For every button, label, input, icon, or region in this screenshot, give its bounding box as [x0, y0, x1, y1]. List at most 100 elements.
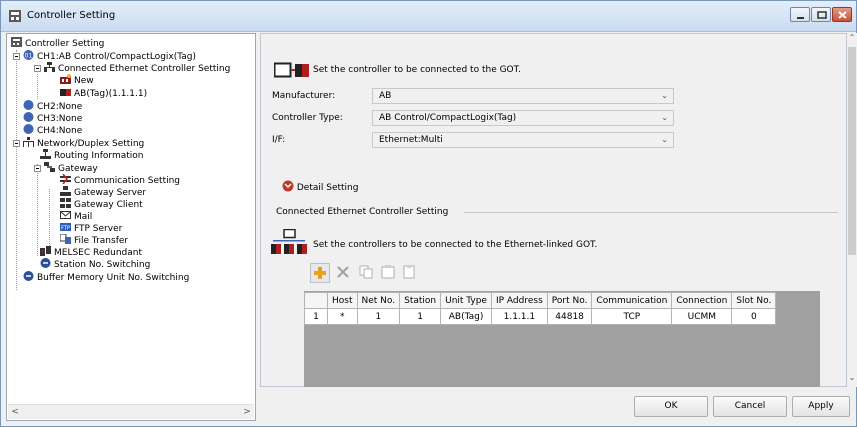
svg-text:FTP: FTP	[61, 226, 70, 232]
tree-item-file-transfer[interactable]: File Transfer	[60, 234, 128, 246]
add-button[interactable]	[310, 263, 330, 283]
tree-item-network-duplex[interactable]: Network/Duplex Setting	[23, 137, 144, 149]
chevron-down-icon: ⌄	[661, 135, 668, 144]
new-controller-icon	[60, 74, 71, 84]
chevron-down-icon: ⌄	[661, 113, 668, 122]
section-divider	[464, 212, 838, 213]
maximize-button[interactable]	[811, 7, 831, 22]
table-cell[interactable]: 44818	[546, 308, 593, 325]
panel-vertical-scrollbar[interactable]: ⌃ ⌄	[847, 33, 857, 387]
channel-icon	[23, 112, 34, 122]
tree-item-new[interactable]: New	[60, 74, 94, 86]
table-cell[interactable]: 1	[399, 308, 442, 325]
cancel-button[interactable]: Cancel	[713, 396, 787, 417]
tree-item-label: Buffer Memory Unit No. Switching	[37, 273, 190, 283]
tree-horizontal-scrollbar[interactable]: < >	[8, 404, 254, 419]
duplicate-button[interactable]	[379, 263, 399, 283]
tree-item-station-no-switching[interactable]: Station No. Switching	[40, 258, 150, 270]
tree-item-gateway[interactable]: Gateway	[44, 162, 98, 174]
tree-item-label: Communication Setting	[74, 176, 181, 186]
table-cell[interactable]: TCP	[591, 308, 673, 325]
ok-button[interactable]: OK	[634, 396, 708, 417]
scroll-up-arrow-icon[interactable]: ⌃	[847, 33, 857, 42]
tree-item-connected-ethernet[interactable]: Connected Ethernet Controller Setting	[44, 62, 230, 74]
controller-setting-window: Controller Setting Controller Setting 01…	[0, 0, 857, 427]
delete-button[interactable]	[334, 263, 354, 283]
controller-type-select[interactable]: AB Control/CompactLogix(Tag) ⌄	[372, 110, 674, 126]
paste-button[interactable]	[401, 263, 421, 283]
tree-item-mail[interactable]: Mail	[60, 210, 92, 222]
tree-item-label: New	[74, 76, 94, 86]
manufacturer-label: Manufacturer:	[272, 91, 336, 101]
column-header[interactable]: Connection	[671, 292, 733, 309]
table-cell[interactable]: *	[327, 308, 358, 325]
tree-item-melsec-redundant[interactable]: MELSEC Redundant	[40, 246, 142, 258]
scroll-left-arrow-icon[interactable]: <	[8, 405, 22, 419]
got-controller-icon	[274, 62, 309, 78]
tree-item-gateway-server[interactable]: Gateway Server	[60, 186, 146, 198]
tree-item-ch1[interactable]: 01 CH1:AB Control/CompactLogix(Tag)	[23, 50, 196, 62]
scrollbar-thumb[interactable]	[848, 47, 856, 255]
tree-item-label: Gateway Client	[74, 200, 143, 210]
tree-item-gateway-client[interactable]: Gateway Client	[60, 198, 143, 210]
column-header[interactable]: Port No.	[546, 292, 593, 309]
collapse-toggle[interactable]	[13, 140, 20, 147]
tree-item-label: Controller Setting	[25, 39, 105, 49]
table-cell[interactable]: 0	[731, 308, 777, 325]
gateway-server-icon	[60, 186, 71, 196]
column-header[interactable]: IP Address	[490, 292, 548, 309]
controller-setting-icon	[9, 10, 21, 22]
column-header[interactable]: Net No.	[356, 292, 401, 309]
collapse-toggle[interactable]	[13, 53, 20, 60]
section-title: Connected Ethernet Controller Setting	[276, 207, 449, 217]
tree-item-label: CH1:AB Control/CompactLogix(Tag)	[37, 52, 196, 62]
tree-item-controller-setting[interactable]: Controller Setting	[11, 37, 104, 49]
column-header[interactable]: Station	[399, 292, 442, 309]
detail-setting-button[interactable]: Detail Setting	[282, 180, 358, 193]
tree-item-ab-tag[interactable]: AB(Tag)(1.1.1.1)	[60, 87, 147, 99]
table-cell[interactable]: UCMM	[671, 308, 733, 325]
if-value: Ethernet:Multi	[379, 135, 443, 145]
scroll-down-arrow-icon[interactable]: ⌄	[847, 373, 857, 382]
tree-item-communication-setting[interactable]: Communication Setting	[60, 174, 180, 186]
settings-tree: Controller Setting 01 CH1:AB Control/Comp…	[6, 33, 256, 421]
table-cell[interactable]: AB(Tag)	[440, 308, 492, 325]
table-cell[interactable]: 1.1.1.1	[490, 308, 548, 325]
tree-item-ch3[interactable]: CH3:None	[23, 112, 82, 124]
controller-setting-icon	[11, 37, 22, 47]
copy-icon	[359, 265, 373, 279]
detail-setting-label: Detail Setting	[296, 183, 359, 193]
apply-button[interactable]: Apply	[792, 396, 850, 417]
intro-text: Set the controller to be connected to th…	[313, 65, 521, 75]
close-button[interactable]	[832, 7, 852, 22]
tree-item-label: Routing Information	[54, 151, 144, 161]
if-select[interactable]: Ethernet:Multi ⌄	[372, 132, 674, 148]
column-header[interactable]: Communication	[591, 292, 673, 309]
collapse-toggle[interactable]	[34, 65, 41, 72]
column-header[interactable]: Host	[327, 292, 358, 309]
manufacturer-select[interactable]: AB ⌄	[372, 88, 674, 104]
minimize-button[interactable]	[790, 7, 810, 22]
scroll-right-arrow-icon[interactable]: >	[240, 405, 254, 419]
station-switching-icon	[40, 258, 51, 268]
tree-line	[49, 189, 50, 254]
column-header[interactable]: Slot No.	[731, 292, 777, 309]
tree-item-label: CH2:None	[37, 102, 83, 112]
column-header[interactable]: Unit Type	[440, 292, 492, 309]
tree-item-ftp-server[interactable]: FTP FTP Server	[60, 222, 122, 234]
gateway-icon	[44, 162, 55, 172]
tree-line	[37, 74, 38, 99]
collapse-toggle[interactable]	[34, 165, 41, 172]
copy-button[interactable]	[357, 263, 377, 283]
tree-item-buffer-memory[interactable]: Buffer Memory Unit No. Switching	[23, 271, 189, 283]
title-bar: Controller Setting	[1, 1, 856, 32]
tree-item-ch2[interactable]: CH2:None	[23, 100, 82, 112]
tree-item-label: Gateway	[58, 164, 98, 174]
tree-item-routing-information[interactable]: Routing Information	[40, 149, 143, 161]
table-row[interactable]: 1 * 1 1 AB(Tag) 1.1.1.1 44818 TCP UCMM 0	[304, 308, 777, 325]
gateway-client-icon	[60, 198, 71, 208]
tree-item-ch4[interactable]: CH4:None	[23, 124, 82, 136]
row-number[interactable]: 1	[304, 308, 328, 325]
duplicate-icon	[381, 265, 395, 279]
table-cell[interactable]: 1	[356, 308, 401, 325]
